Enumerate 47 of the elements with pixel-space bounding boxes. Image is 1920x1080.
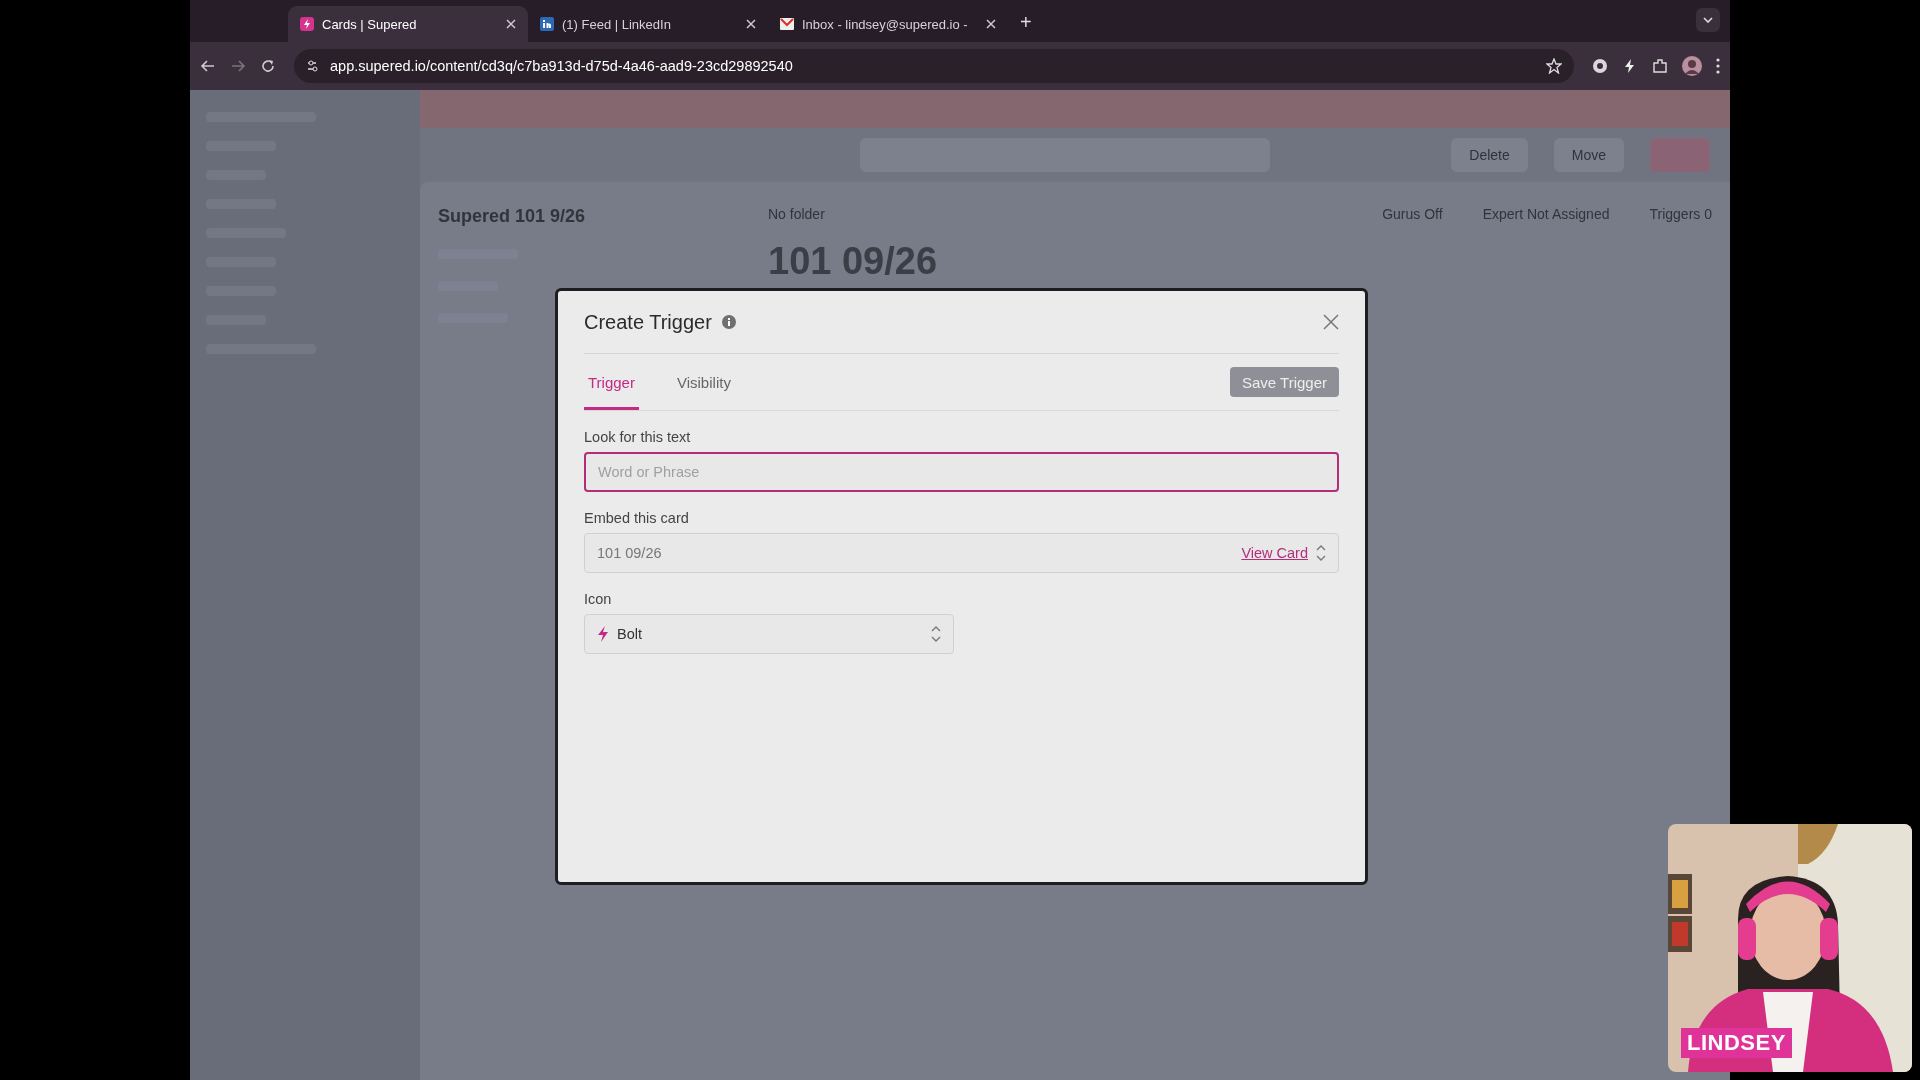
extension-icon[interactable]: [1592, 58, 1608, 74]
field-label: Icon: [584, 591, 613, 607]
close-button[interactable]: [1323, 314, 1339, 330]
card-meta: Expert Not Assigned: [1482, 206, 1610, 222]
back-icon[interactable]: [200, 58, 216, 74]
field-label: Embed this card: [584, 510, 690, 526]
more-icon[interactable]: [1716, 58, 1720, 74]
bolt-icon: [597, 626, 609, 642]
card-select-field[interactable]: 101 09/26 View Card: [584, 533, 1339, 573]
tab-list-button[interactable]: [1696, 8, 1720, 32]
browser-tab[interactable]: (1) Feed | LinkedIn: [528, 6, 768, 42]
dialog-tab[interactable]: Visibility: [672, 354, 735, 410]
browser-tab[interactable]: Inbox - lindsey@supered.io -: [768, 6, 1008, 42]
network-logo-icon: [540, 17, 554, 31]
dialog-title: Create Trigger: [584, 310, 712, 334]
card-meta: Triggers 0: [1649, 206, 1712, 222]
reload-icon[interactable]: [260, 58, 276, 74]
bolt-icon: [300, 17, 314, 31]
toolbar-button[interactable]: Delete: [1451, 138, 1528, 172]
mail-icon: [780, 17, 794, 31]
presenter-name: LINDSEY: [1681, 1028, 1792, 1058]
browser-tab[interactable]: Cards | Supered: [288, 6, 528, 42]
forward-icon[interactable]: [230, 58, 246, 74]
avatar-icon[interactable]: [1682, 56, 1702, 76]
view-card-link[interactable]: View Card: [1241, 545, 1308, 561]
icon-select[interactable]: Bolt: [584, 614, 954, 654]
toolbar-button[interactable]: Move: [1553, 138, 1624, 172]
folder-label: No folder: [768, 206, 825, 222]
close-icon[interactable]: [986, 19, 996, 29]
puzzle-icon[interactable]: [1652, 58, 1668, 74]
collection-title: Supered 101 9/26: [438, 206, 587, 227]
sort-arrows-icon: [931, 626, 941, 642]
site-settings-icon[interactable]: [306, 59, 320, 73]
close-icon[interactable]: [746, 19, 756, 29]
dialog-tab[interactable]: Trigger: [584, 354, 639, 410]
text-field[interactable]: Word or Phrase: [584, 452, 1339, 492]
card-title: 101 09/26: [768, 240, 939, 283]
sort-arrows-icon: [1316, 545, 1326, 561]
field-label: Look for this text: [584, 429, 692, 445]
star-icon[interactable]: [1546, 58, 1562, 74]
card-meta: Gurus Off: [1382, 206, 1443, 222]
info-icon[interactable]: [721, 315, 736, 329]
close-icon: [1323, 314, 1339, 330]
new-tab-button[interactable]: +: [1020, 11, 1032, 34]
close-icon[interactable]: [506, 19, 516, 29]
chevron-down-icon: [1703, 17, 1713, 23]
address-bar[interactable]: app.supered.io/content/cd3q/c7ba913d-d75d-4a46-aad9-23cd29892540: [294, 49, 1574, 83]
